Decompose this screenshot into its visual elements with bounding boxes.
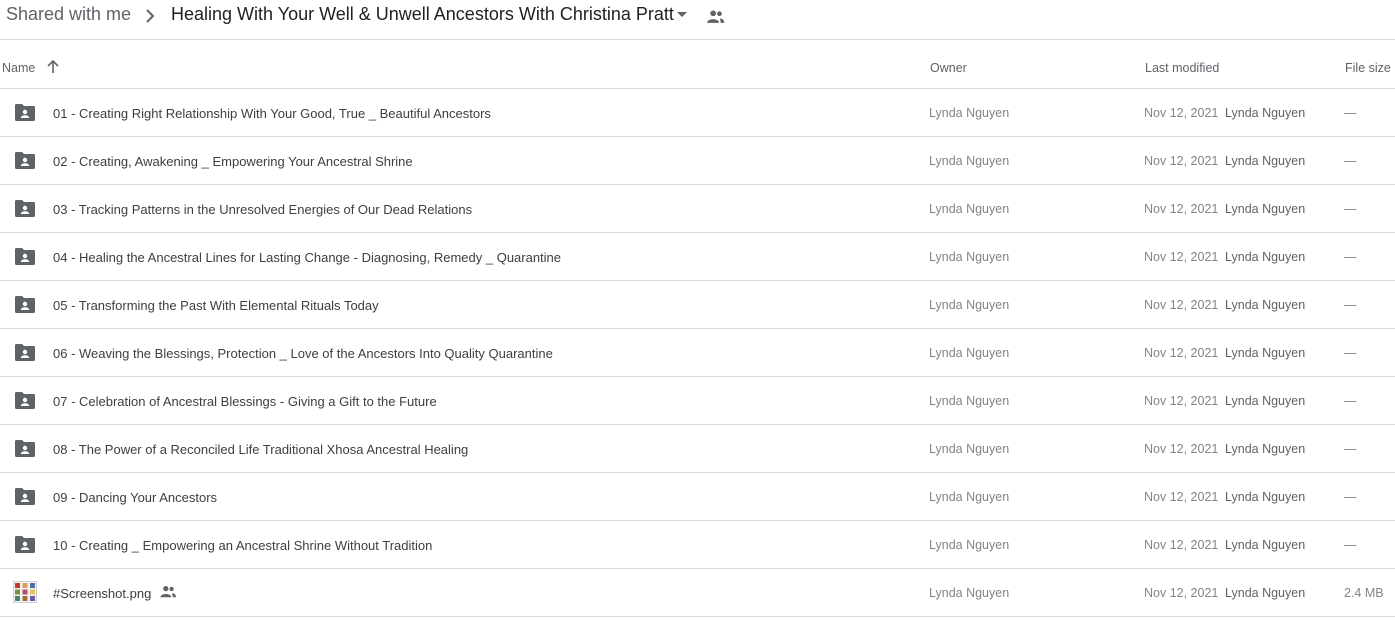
modified-date: Nov 12, 2021 bbox=[1144, 202, 1219, 216]
file-name: 08 - The Power of a Reconciled Life Trad… bbox=[53, 442, 469, 457]
file-size: — bbox=[1344, 538, 1357, 552]
breadcrumb-shared-with-me[interactable]: Shared with me bbox=[6, 4, 131, 25]
file-size: — bbox=[1344, 298, 1357, 312]
modified-by: Lynda Nguyen bbox=[1225, 250, 1306, 264]
file-size: — bbox=[1344, 442, 1357, 456]
file-row[interactable]: 06 - Weaving the Blessings, Protection _… bbox=[0, 329, 1395, 377]
file-list: 01 - Creating Right Relationship With Yo… bbox=[0, 89, 1395, 617]
modified-by: Lynda Nguyen bbox=[1225, 346, 1306, 360]
modified-date: Nov 12, 2021 bbox=[1144, 298, 1219, 312]
modified-date: Nov 12, 2021 bbox=[1144, 394, 1219, 408]
shared-folder-icon bbox=[15, 104, 35, 121]
modified-date: Nov 12, 2021 bbox=[1144, 442, 1219, 456]
shared-folder-icon bbox=[15, 392, 35, 409]
file-name: 07 - Celebration of Ancestral Blessings … bbox=[53, 394, 437, 409]
file-owner: Lynda Nguyen bbox=[929, 250, 1010, 264]
modified-date: Nov 12, 2021 bbox=[1144, 106, 1219, 120]
file-owner: Lynda Nguyen bbox=[929, 106, 1010, 120]
file-size: — bbox=[1344, 202, 1357, 216]
shared-people-icon bbox=[160, 586, 176, 598]
modified-by: Lynda Nguyen bbox=[1225, 106, 1306, 120]
file-name: 02 - Creating, Awakening _ Empowering Yo… bbox=[53, 154, 413, 169]
shared-folder-icon bbox=[15, 536, 35, 553]
file-row[interactable]: #Screenshot.png Lynda Nguyen Nov 12, 202… bbox=[0, 569, 1395, 617]
shared-folder-icon bbox=[15, 344, 35, 361]
modified-date: Nov 12, 2021 bbox=[1144, 154, 1219, 168]
shared-folder-icon bbox=[15, 152, 35, 169]
file-size: 2.4 MB bbox=[1344, 586, 1384, 600]
file-owner: Lynda Nguyen bbox=[929, 394, 1010, 408]
column-file-size: File size bbox=[1345, 61, 1391, 75]
modified-by: Lynda Nguyen bbox=[1225, 538, 1306, 552]
file-row[interactable]: 02 - Creating, Awakening _ Empowering Yo… bbox=[0, 137, 1395, 185]
file-row[interactable]: 05 - Transforming the Past With Elementa… bbox=[0, 281, 1395, 329]
shared-people-icon bbox=[707, 10, 725, 23]
file-name: 09 - Dancing Your Ancestors bbox=[53, 490, 218, 505]
caret-down-icon[interactable] bbox=[677, 12, 687, 17]
arrow-up-icon[interactable] bbox=[46, 59, 60, 74]
file-owner: Lynda Nguyen bbox=[929, 298, 1010, 312]
shared-folder-icon bbox=[15, 440, 35, 457]
modified-by: Lynda Nguyen bbox=[1225, 586, 1306, 600]
file-row[interactable]: 07 - Celebration of Ancestral Blessings … bbox=[0, 377, 1395, 425]
modified-date: Nov 12, 2021 bbox=[1144, 538, 1219, 552]
file-size: — bbox=[1344, 490, 1357, 504]
image-thumbnail-icon bbox=[13, 581, 37, 603]
file-row[interactable]: 09 - Dancing Your Ancestors Lynda Nguyen… bbox=[0, 473, 1395, 521]
modified-date: Nov 12, 2021 bbox=[1144, 490, 1219, 504]
file-owner: Lynda Nguyen bbox=[929, 586, 1010, 600]
modified-by: Lynda Nguyen bbox=[1225, 442, 1306, 456]
file-name: 05 - Transforming the Past With Elementa… bbox=[53, 298, 379, 313]
column-last-modified[interactable]: Last modified bbox=[1145, 61, 1219, 75]
file-owner: Lynda Nguyen bbox=[929, 490, 1010, 504]
file-name: 01 - Creating Right Relationship With Yo… bbox=[53, 106, 491, 121]
file-size: — bbox=[1344, 346, 1357, 360]
file-name: 10 - Creating _ Empowering an Ancestral … bbox=[53, 538, 433, 553]
breadcrumb: Shared with me Healing With Your Well & … bbox=[0, 0, 1395, 40]
file-owner: Lynda Nguyen bbox=[929, 154, 1010, 168]
column-owner: Owner bbox=[930, 61, 967, 75]
file-size: — bbox=[1344, 394, 1357, 408]
file-owner: Lynda Nguyen bbox=[929, 538, 1010, 552]
file-row[interactable]: 03 - Tracking Patterns in the Unresolved… bbox=[0, 185, 1395, 233]
file-size: — bbox=[1344, 250, 1357, 264]
modified-date: Nov 12, 2021 bbox=[1144, 346, 1219, 360]
shared-folder-icon bbox=[15, 248, 35, 265]
file-row[interactable]: 04 - Healing the Ancestral Lines for Las… bbox=[0, 233, 1395, 281]
modified-by: Lynda Nguyen bbox=[1225, 490, 1306, 504]
modified-by: Lynda Nguyen bbox=[1225, 394, 1306, 408]
file-name: 04 - Healing the Ancestral Lines for Las… bbox=[53, 250, 562, 265]
column-header-row: Name Owner Last modified File size bbox=[0, 40, 1395, 89]
shared-folder-icon bbox=[15, 488, 35, 505]
file-owner: Lynda Nguyen bbox=[929, 346, 1010, 360]
shared-folder-icon bbox=[15, 296, 35, 313]
file-owner: Lynda Nguyen bbox=[929, 202, 1010, 216]
modified-by: Lynda Nguyen bbox=[1225, 202, 1306, 216]
file-name: 06 - Weaving the Blessings, Protection _… bbox=[53, 346, 553, 361]
file-row[interactable]: 10 - Creating _ Empowering an Ancestral … bbox=[0, 521, 1395, 569]
chevron-right-icon bbox=[146, 9, 155, 23]
file-owner: Lynda Nguyen bbox=[929, 442, 1010, 456]
breadcrumb-current-folder[interactable]: Healing With Your Well & Unwell Ancestor… bbox=[171, 4, 674, 25]
file-row[interactable]: 08 - The Power of a Reconciled Life Trad… bbox=[0, 425, 1395, 473]
file-row[interactable]: 01 - Creating Right Relationship With Yo… bbox=[0, 89, 1395, 137]
file-name: 03 - Tracking Patterns in the Unresolved… bbox=[53, 202, 473, 217]
file-size: — bbox=[1344, 154, 1357, 168]
shared-folder-icon bbox=[15, 200, 35, 217]
file-size: — bbox=[1344, 106, 1357, 120]
column-name[interactable]: Name bbox=[2, 61, 35, 75]
modified-date: Nov 12, 2021 bbox=[1144, 586, 1219, 600]
modified-by: Lynda Nguyen bbox=[1225, 154, 1306, 168]
file-name: #Screenshot.png bbox=[53, 586, 152, 601]
modified-date: Nov 12, 2021 bbox=[1144, 250, 1219, 264]
modified-by: Lynda Nguyen bbox=[1225, 298, 1306, 312]
